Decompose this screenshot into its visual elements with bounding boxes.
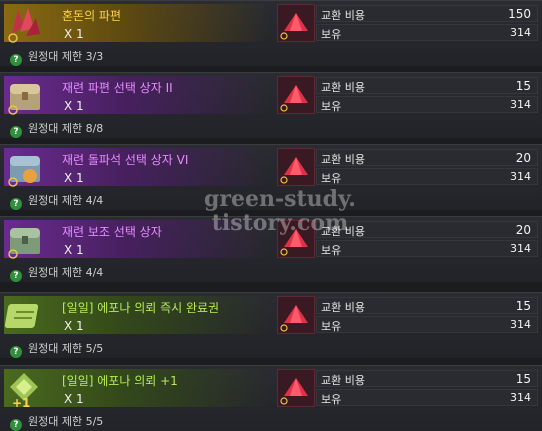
owned-value: 314	[510, 170, 531, 183]
exchange-row[interactable]: [일일] 에포나 의뢰 즉시 완료권 X 1 ? 원정대 제한 5/5 교환 비용…	[0, 292, 542, 358]
owned-label: 보유	[321, 320, 342, 333]
exchange-row[interactable]: 재련 파편 선택 상자 II X 1 ? 원정대 제한 8/8 교환 비용 15 보…	[0, 72, 542, 138]
chest-icon	[8, 84, 40, 115]
cost-value: 15	[515, 79, 531, 93]
owned-label: 보유	[321, 172, 342, 185]
help-icon[interactable]: ?	[10, 346, 22, 358]
item-quantity: X 1	[64, 319, 84, 333]
item-name: 재련 돌파석 선택 상자 VI	[62, 153, 189, 167]
limit-value: 원정대 제한 8/8	[28, 122, 104, 135]
svg-text:+1: +1	[12, 396, 30, 409]
cost-label: 교환 비용	[321, 301, 365, 314]
chest-icon	[8, 228, 40, 259]
owned-value: 314	[510, 26, 531, 39]
watermark: green-study. tistory.com	[190, 187, 370, 235]
cost-value: 15	[515, 299, 531, 313]
item-quantity: X 1	[64, 171, 84, 185]
item-name: [일일] 에포나 의뢰 즉시 완료권	[62, 301, 220, 315]
owned-label: 보유	[321, 28, 342, 41]
item-name: 혼돈의 파편	[62, 9, 122, 23]
chest-icon	[8, 156, 40, 187]
item-quantity: X 1	[64, 392, 84, 406]
item-name: [일일] 에포나 의뢰 +1	[62, 374, 178, 388]
currency-icon	[277, 296, 315, 334]
watermark-line: tistory.com	[211, 210, 349, 236]
cost-row: 교환 비용 15	[316, 370, 538, 387]
cost-row: 교환 비용 15	[316, 297, 538, 314]
limit-value: 원정대 제한 5/5	[28, 415, 104, 428]
limit-text: ? 원정대 제한 4/4	[10, 192, 103, 210]
owned-row: 보유 314	[316, 389, 538, 406]
item-quantity: X 1	[64, 99, 84, 113]
currency-icon	[277, 369, 315, 407]
currency-icon	[277, 4, 315, 42]
emblem-plus-icon: +1	[10, 373, 38, 409]
watermark-line: green-study.	[204, 186, 356, 212]
item-name: 재련 보조 선택 상자	[62, 225, 162, 239]
owned-value: 314	[510, 391, 531, 404]
owned-label: 보유	[321, 393, 342, 406]
currency-icon	[277, 76, 315, 114]
limit-text: ? 원정대 제한 4/4	[10, 264, 103, 282]
help-icon[interactable]: ?	[10, 54, 22, 66]
owned-row: 보유 314	[316, 96, 538, 113]
help-icon[interactable]: ?	[10, 198, 22, 210]
help-icon[interactable]: ?	[10, 419, 22, 431]
owned-row: 보유 314	[316, 240, 538, 257]
cost-label: 교환 비용	[321, 374, 365, 387]
cost-row: 교환 비용 150	[316, 5, 538, 22]
limit-value: 원정대 제한 3/3	[28, 50, 104, 63]
limit-value: 원정대 제한 4/4	[28, 194, 104, 207]
exchange-row[interactable]: +1 [일일] 에포나 의뢰 +1 X 1 ? 원정대 제한 5/5 교환 비용 1…	[0, 365, 542, 431]
owned-value: 314	[510, 242, 531, 255]
owned-row: 보유 314	[316, 316, 538, 333]
help-icon[interactable]: ?	[10, 126, 22, 138]
owned-label: 보유	[321, 244, 342, 257]
owned-value: 314	[510, 98, 531, 111]
owned-value: 314	[510, 318, 531, 331]
cost-label: 교환 비용	[321, 81, 365, 94]
currency-icon	[277, 148, 315, 186]
item-quantity: X 1	[64, 243, 84, 257]
limit-text: ? 원정대 제한 3/3	[10, 48, 103, 66]
limit-value: 원정대 제한 5/5	[28, 342, 104, 355]
item-name: 재련 파편 선택 상자 II	[62, 81, 173, 95]
owned-label: 보유	[321, 100, 342, 113]
cost-value: 150	[508, 7, 531, 21]
limit-text: ? 원정대 제한 8/8	[10, 120, 103, 138]
cost-label: 교환 비용	[321, 9, 365, 22]
scroll-icon	[4, 304, 39, 328]
cost-value: 20	[515, 151, 531, 165]
item-quantity: X 1	[64, 27, 84, 41]
owned-row: 보유 314	[316, 168, 538, 185]
limit-text: ? 원정대 제한 5/5	[10, 413, 103, 431]
cost-value: 20	[515, 223, 531, 237]
chaos-shard-icon	[8, 8, 40, 43]
owned-row: 보유 314	[316, 24, 538, 41]
help-icon[interactable]: ?	[10, 270, 22, 282]
cost-label: 교환 비용	[321, 153, 365, 166]
cost-row: 교환 비용 15	[316, 77, 538, 94]
limit-value: 원정대 제한 4/4	[28, 266, 104, 279]
cost-row: 교환 비용 20	[316, 149, 538, 166]
exchange-row[interactable]: 혼돈의 파편 X 1 ? 원정대 제한 3/3 교환 비용 150 보유 314	[0, 0, 542, 66]
cost-value: 15	[515, 372, 531, 386]
limit-text: ? 원정대 제한 5/5	[10, 340, 103, 358]
